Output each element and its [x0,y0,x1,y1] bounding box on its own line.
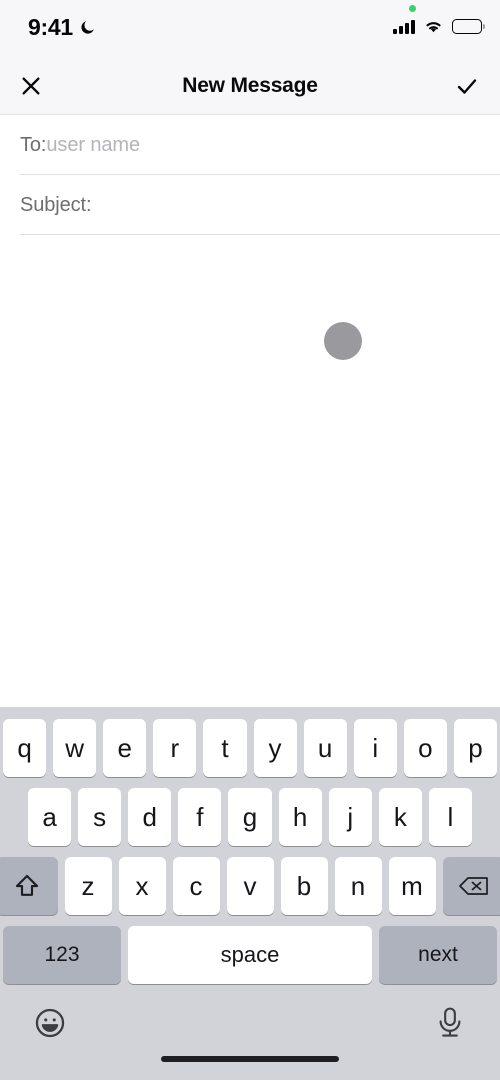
key-c[interactable]: c [172,857,220,915]
on-screen-keyboard: q w e r t y u i o p a s d f g h j k l z … [0,707,500,1080]
status-bar-right [393,18,485,34]
key-a[interactable]: a [28,788,72,846]
key-m[interactable]: m [388,857,436,915]
key-b[interactable]: b [280,857,328,915]
key-n[interactable]: n [334,857,382,915]
key-d[interactable]: d [128,788,172,846]
keyboard-row-1: q w e r t y u i o p [0,719,500,777]
key-w[interactable]: w [53,719,97,777]
battery-full-icon [452,18,485,34]
key-j[interactable]: j [328,788,372,846]
key-l[interactable]: l [428,788,472,846]
crescent-moon-icon [81,21,94,34]
next-key[interactable]: next [379,926,497,984]
key-f[interactable]: f [178,788,222,846]
to-field-row[interactable]: To: user name [0,115,500,175]
microphone-icon [439,1007,461,1037]
numbers-key[interactable]: 123 [3,926,121,984]
key-i[interactable]: i [353,719,397,777]
cellular-signal-icon [393,19,415,34]
checkmark-icon [457,79,477,94]
status-bar-left: 9:41 [28,16,96,39]
subject-field-row[interactable]: Subject: [0,175,500,235]
key-p[interactable]: p [453,719,497,777]
key-g[interactable]: g [228,788,272,846]
phone-screen: 9:41 New Message To: user name Subject: … [0,0,500,1080]
space-key[interactable]: space [128,926,372,984]
key-y[interactable]: y [253,719,297,777]
message-fields: To: user name Subject: [0,115,500,235]
green-recording-dot-icon [409,5,416,12]
key-x[interactable]: x [118,857,166,915]
key-s[interactable]: s [78,788,122,846]
key-z[interactable]: z [64,857,112,915]
key-t[interactable]: t [203,719,247,777]
keyboard-bottom-bar [0,990,500,1056]
close-button[interactable] [14,69,48,103]
keyboard-row-2: a s d f g h j k l [0,788,500,846]
keyboard-row-4: 123 space next [0,926,500,984]
key-k[interactable]: k [378,788,422,846]
backspace-key[interactable] [442,857,500,915]
dictation-button[interactable] [430,1003,470,1043]
emoji-button[interactable] [30,1003,70,1043]
message-body-area[interactable] [0,235,500,707]
navigation-bar: New Message [0,58,500,115]
shift-key[interactable] [0,857,58,915]
backspace-delete-icon [458,877,488,895]
to-field-placeholder: user name [46,133,140,156]
home-indicator-area [0,1056,500,1080]
status-bar: 9:41 [0,0,500,58]
page-title: New Message [182,74,318,97]
gray-circle-indicator-icon [324,322,362,360]
wifi-icon [426,22,441,33]
key-q[interactable]: q [3,719,47,777]
subject-field-label: Subject: [20,193,92,216]
shift-arrow-icon [15,874,38,896]
key-v[interactable]: v [226,857,274,915]
status-time: 9:41 [28,14,73,40]
keyboard-row-3: z x c v b n m [0,857,500,915]
key-e[interactable]: e [103,719,147,777]
home-indicator-bar[interactable] [161,1056,339,1062]
send-confirm-button[interactable] [450,69,484,103]
emoji-smiley-icon [35,1008,65,1038]
key-r[interactable]: r [153,719,197,777]
key-o[interactable]: o [403,719,447,777]
key-u[interactable]: u [303,719,347,777]
key-h[interactable]: h [278,788,322,846]
to-field-label: To: [20,133,47,156]
close-x-icon [22,77,40,95]
